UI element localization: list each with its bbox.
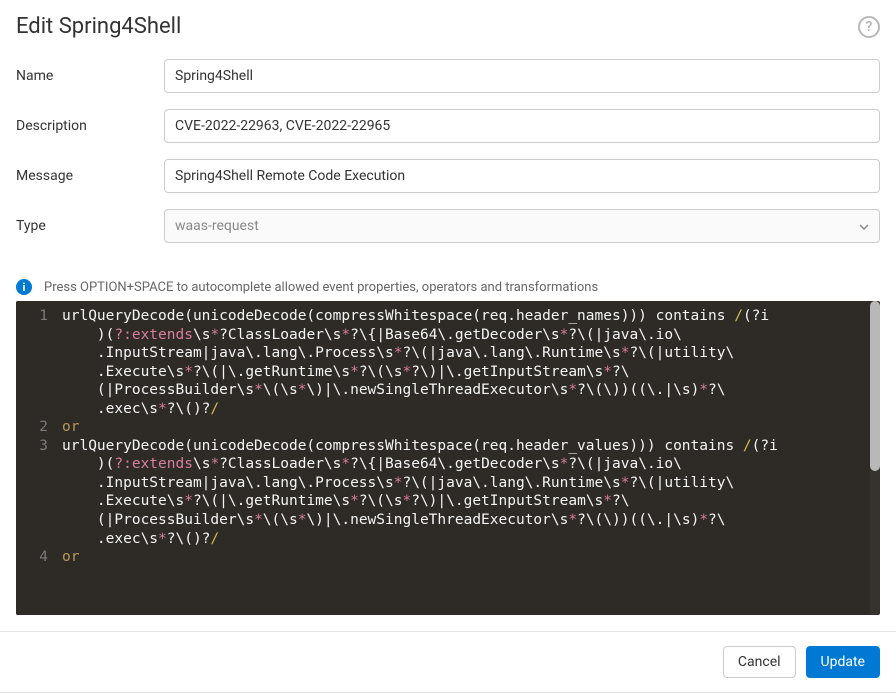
code-line[interactable]: urlQueryDecode(unicodeDecode(compressWhi… [62,437,876,456]
code-line[interactable]: urlQueryDecode(unicodeDecode(compressWhi… [62,307,876,326]
code-line[interactable]: .exec\s*?\()?/ [62,400,876,419]
update-button[interactable]: Update [806,646,880,678]
line-number [22,530,48,549]
editor-scrollbar[interactable] [870,301,880,615]
code-line[interactable]: )(?:extends\s*?ClassLoader\s*?\{|Base64\… [62,326,876,345]
name-label: Name [16,68,164,84]
modal-title: Edit Spring4Shell [16,14,181,39]
code-line[interactable]: .exec\s*?\()?/ [62,530,876,549]
code-line[interactable]: .Execute\s*?\(|\.getRuntime\s*?\(\s*?\)|… [62,492,876,511]
form-row-description: Description [16,109,880,143]
line-number [22,455,48,474]
name-input[interactable] [164,59,880,93]
form-row-message: Message [16,159,880,193]
type-select[interactable]: waas-request [164,209,880,243]
line-number [22,344,48,363]
form-row-type: Type waas-request [16,209,880,243]
editor-gutter: 1 23 4 [16,301,58,615]
cancel-button[interactable]: Cancel [723,646,796,678]
modal-body: Name Description Message Type waas-reque… [0,59,896,631]
chevron-down-icon [859,218,869,234]
modal-footer: Cancel Update [0,631,896,693]
code-line[interactable]: (|ProcessBuilder\s*\(\s*\)|\.newSingleTh… [62,511,876,530]
code-line[interactable]: .Execute\s*?\(|\.getRuntime\s*?\(\s*?\)|… [62,363,876,382]
line-number [22,492,48,511]
editor-content[interactable]: urlQueryDecode(unicodeDecode(compressWhi… [58,301,880,615]
line-number [22,381,48,400]
message-label: Message [16,168,164,184]
message-input[interactable] [164,159,880,193]
line-number [22,363,48,382]
code-line[interactable]: .InputStream|java\.lang\.Process\s*?\(|j… [62,474,876,493]
code-line[interactable]: (|ProcessBuilder\s*\(\s*\)|\.newSingleTh… [62,381,876,400]
code-line[interactable]: or [62,418,876,437]
edit-rule-modal: Edit Spring4Shell ? Name Description Mes… [0,0,896,693]
description-label: Description [16,118,164,134]
help-icon[interactable]: ? [858,16,880,38]
line-number: 1 [22,307,48,326]
type-select-value: waas-request [175,218,259,234]
code-line[interactable]: .InputStream|java\.lang\.Process\s*?\(|j… [62,344,876,363]
line-number: 4 [22,548,48,567]
editor-scrollbar-thumb[interactable] [870,301,880,471]
form-row-name: Name [16,59,880,93]
line-number: 2 [22,418,48,437]
line-number [22,400,48,419]
hint-row: i Press OPTION+SPACE to autocomplete all… [16,279,880,295]
modal-header: Edit Spring4Shell ? [0,0,896,59]
line-number [22,511,48,530]
type-label: Type [16,218,164,234]
line-number: 3 [22,437,48,456]
hint-text: Press OPTION+SPACE to autocomplete allow… [44,280,598,295]
line-number [22,474,48,493]
rule-code-editor[interactable]: 1 23 4 urlQueryDecode(unicodeDecode(comp… [16,301,880,615]
line-number [22,326,48,345]
code-line[interactable]: or [62,548,876,567]
description-input[interactable] [164,109,880,143]
info-icon: i [16,279,32,295]
code-line[interactable]: )(?:extends\s*?ClassLoader\s*?\{|Base64\… [62,455,876,474]
